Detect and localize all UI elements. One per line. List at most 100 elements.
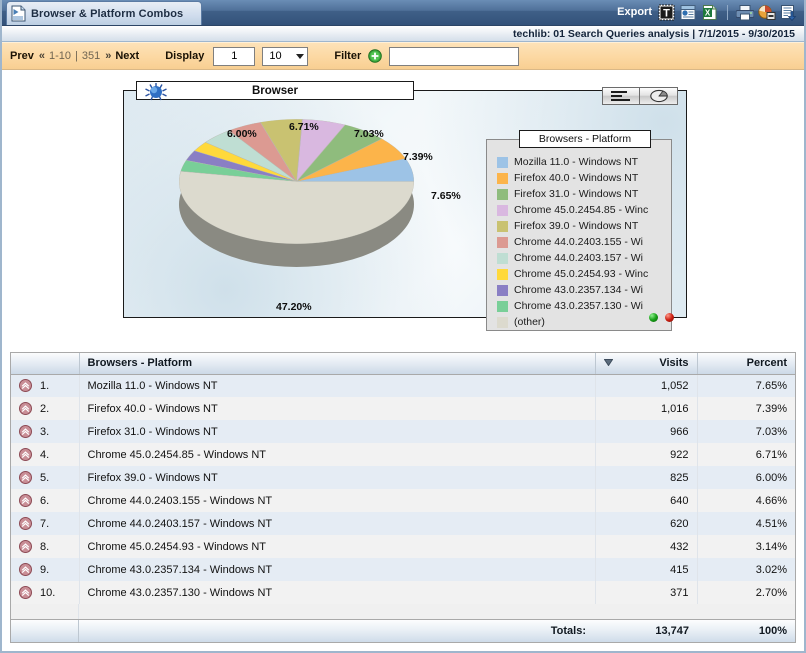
- row-number: 6.: [40, 494, 50, 507]
- status-dot-green[interactable]: [649, 313, 658, 322]
- prev-chevron-icon[interactable]: «: [39, 50, 45, 62]
- row-number: 3.: [40, 425, 50, 438]
- row-percent: 6.00%: [697, 466, 795, 489]
- next-chevron-icon[interactable]: »: [105, 50, 111, 62]
- legend-item[interactable]: Chrome 43.0.2357.134 - Wi: [497, 282, 671, 298]
- legend-item[interactable]: Chrome 44.0.2403.155 - Wi: [497, 234, 671, 250]
- total-count-label: 351: [81, 50, 101, 62]
- row-percent: 3.02%: [697, 558, 795, 581]
- row-index-cell: 6.: [11, 489, 80, 512]
- pie-label-47-20: 47.20%: [276, 301, 312, 313]
- prev-button[interactable]: Prev: [10, 50, 34, 62]
- legend-item[interactable]: Chrome 45.0.2454.85 - Winc: [497, 202, 671, 218]
- row-index-cell: 4.: [11, 443, 80, 466]
- pager-toolbar: Prev « 1-10 | 351 » Next Display 10 Filt…: [2, 42, 804, 70]
- chart-options-icon[interactable]: [758, 3, 776, 21]
- legend-item[interactable]: Firefox 31.0 - Windows NT: [497, 186, 671, 202]
- drill-up-icon[interactable]: [19, 494, 32, 507]
- legend-label: Firefox 31.0 - Windows NT: [514, 188, 639, 200]
- legend-item[interactable]: (other): [497, 314, 671, 330]
- display-page-input[interactable]: [213, 46, 256, 66]
- sort-descending-icon[interactable]: [603, 357, 613, 369]
- table-row[interactable]: 8. Chrome 45.0.2454.93 - Windows NT 432 …: [11, 535, 795, 558]
- legend-item[interactable]: Chrome 43.0.2357.130 - Wi: [497, 298, 671, 314]
- drill-up-icon[interactable]: [19, 540, 32, 553]
- export-download-icon[interactable]: [780, 3, 798, 21]
- next-button[interactable]: Next: [115, 50, 139, 62]
- row-number: 10.: [40, 586, 56, 599]
- table-row[interactable]: 5. Firefox 39.0 - Windows NT 825 6.00%: [11, 466, 795, 489]
- tab-browser-platform-combos[interactable]: Browser & Platform Combos: [6, 1, 202, 25]
- row-percent: 2.70%: [697, 581, 795, 604]
- status-dot-red[interactable]: [665, 313, 674, 322]
- column-header-visits[interactable]: Visits: [595, 353, 698, 375]
- legend-item[interactable]: Chrome 44.0.2403.157 - Wi: [497, 250, 671, 266]
- legend-item[interactable]: Firefox 40.0 - Windows NT: [497, 170, 671, 186]
- legend-swatch: [497, 204, 508, 216]
- results-table: Browsers - Platform Visits Percent 1. Mo…: [11, 353, 795, 604]
- row-name: Chrome 43.0.2357.130 - Windows NT: [79, 581, 596, 604]
- legend-label: Chrome 43.0.2357.130 - Wi: [514, 300, 643, 312]
- svg-text:T: T: [663, 7, 670, 19]
- table-row[interactable]: 6. Chrome 44.0.2403.155 - Windows NT 640…: [11, 489, 795, 512]
- legend-swatch: [497, 316, 508, 328]
- export-excel-icon[interactable]: X: [701, 3, 719, 21]
- bar-chart-toggle[interactable]: [602, 87, 640, 105]
- row-index-cell: 2.: [11, 397, 80, 420]
- legend-label: Firefox 39.0 - Windows NT: [514, 220, 639, 232]
- column-header-visits-label: Visits: [659, 357, 689, 370]
- row-percent: 4.66%: [697, 489, 795, 512]
- range-separator: |: [75, 50, 78, 62]
- table-row[interactable]: 10. Chrome 43.0.2357.130 - Windows NT 37…: [11, 581, 795, 604]
- row-name: Mozilla 11.0 - Windows NT: [79, 374, 596, 397]
- row-visits: 371: [595, 581, 698, 604]
- table-row[interactable]: 7. Chrome 44.0.2403.157 - Windows NT 620…: [11, 512, 795, 535]
- legend-item[interactable]: Firefox 39.0 - Windows NT: [497, 218, 671, 234]
- print-icon[interactable]: [736, 3, 754, 21]
- display-count-select[interactable]: 10: [262, 46, 309, 66]
- legend-swatch: [497, 172, 508, 184]
- results-table-container: Browsers - Platform Visits Percent 1. Mo…: [10, 352, 796, 643]
- legend-swatch: [497, 236, 508, 248]
- drill-up-icon[interactable]: [19, 471, 32, 484]
- legend-item[interactable]: Mozilla 11.0 - Windows NT: [497, 154, 671, 170]
- pie-label-6-71: 6.71%: [289, 121, 319, 133]
- svg-text:X: X: [704, 8, 710, 17]
- filter-input[interactable]: [389, 46, 520, 66]
- blue-sun-icon[interactable]: [142, 82, 170, 102]
- legend-item[interactable]: Chrome 45.0.2454.93 - Winc: [497, 266, 671, 282]
- drill-up-icon[interactable]: [19, 586, 32, 599]
- legend-label: Chrome 44.0.2403.155 - Wi: [514, 236, 643, 248]
- drill-up-icon[interactable]: [19, 448, 32, 461]
- legend-swatch: [497, 284, 508, 296]
- row-name: Chrome 44.0.2403.157 - Windows NT: [79, 512, 596, 535]
- plus-circle-icon[interactable]: [368, 49, 383, 63]
- legend-title: Browsers - Platform: [519, 130, 651, 148]
- legend-label: Chrome 45.0.2454.85 - Winc: [514, 204, 649, 216]
- chart-view-toggles: [602, 87, 678, 105]
- table-row[interactable]: 3. Firefox 31.0 - Windows NT 966 7.03%: [11, 420, 795, 443]
- legend-swatch: [497, 156, 508, 168]
- table-row[interactable]: 2. Firefox 40.0 - Windows NT 1,016 7.39%: [11, 397, 795, 420]
- table-row[interactable]: 9. Chrome 43.0.2357.134 - Windows NT 415…: [11, 558, 795, 581]
- pie-chart-toggle[interactable]: [640, 87, 678, 105]
- row-visits: 966: [595, 420, 698, 443]
- column-header-name[interactable]: Browsers - Platform: [79, 353, 596, 375]
- table-row[interactable]: 4. Chrome 45.0.2454.85 - Windows NT 922 …: [11, 443, 795, 466]
- drill-up-icon[interactable]: [19, 379, 32, 393]
- column-header-percent[interactable]: Percent: [697, 353, 795, 375]
- report-window: Browser & Platform Combos Export T X tec…: [0, 0, 806, 653]
- table-row[interactable]: 1. Mozilla 11.0 - Windows NT 1,052 7.65%: [11, 374, 795, 397]
- export-text-icon[interactable]: T: [657, 3, 675, 21]
- drill-up-icon[interactable]: [19, 517, 32, 530]
- row-name: Chrome 45.0.2454.85 - Windows NT: [79, 443, 596, 466]
- drill-up-icon[interactable]: [19, 425, 32, 438]
- export-report-icon[interactable]: [679, 3, 697, 21]
- drill-up-icon[interactable]: [19, 563, 32, 576]
- row-visits: 640: [595, 489, 698, 512]
- filter-label: Filter: [334, 50, 362, 62]
- table-header-row: Browsers - Platform Visits Percent: [11, 353, 795, 375]
- drill-up-icon[interactable]: [19, 402, 32, 415]
- row-percent: 7.39%: [697, 397, 795, 420]
- chart-region: 6.00% 6.71% 7.03% 7.39% 7.65% 47.20% Bro…: [2, 70, 804, 343]
